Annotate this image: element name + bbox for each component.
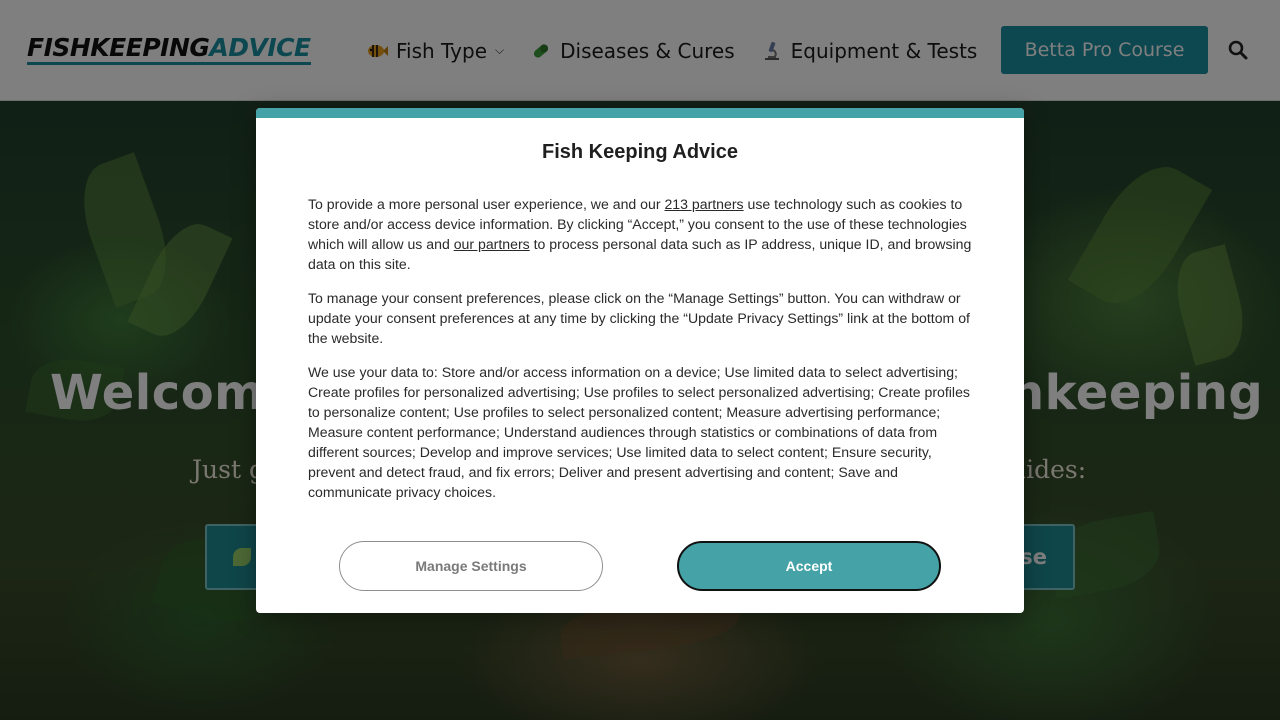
- accept-button[interactable]: Accept: [677, 541, 941, 591]
- manage-settings-button[interactable]: Manage Settings: [339, 541, 603, 591]
- dialog-accent-bar: [256, 108, 1024, 118]
- dialog-body: To provide a more personal user experien…: [256, 194, 1024, 502]
- partners-count-link[interactable]: 213 partners: [664, 196, 743, 212]
- consent-paragraph-3: We use your data to: Store and/or access…: [308, 364, 970, 500]
- consent-dialog: Fish Keeping Advice To provide a more pe…: [256, 108, 1024, 613]
- consent-paragraph-1: To provide a more personal user experien…: [308, 196, 972, 272]
- consent-paragraph-2: To manage your consent preferences, plea…: [308, 290, 970, 346]
- dialog-actions: Manage Settings Accept: [256, 541, 1024, 591]
- dialog-title: Fish Keeping Advice: [542, 141, 738, 163]
- our-partners-link[interactable]: our partners: [454, 236, 530, 252]
